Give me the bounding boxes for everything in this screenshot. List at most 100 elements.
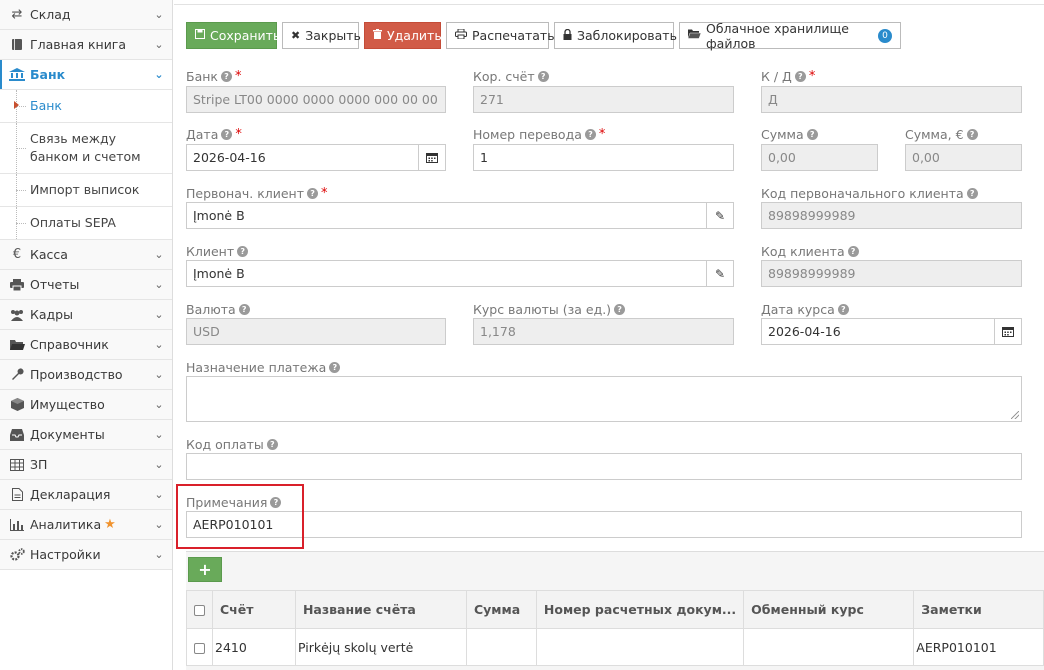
chevron-down-icon: ⌄	[154, 68, 164, 81]
table-row[interactable]: 2410 Pirkėjų skolų vertė AERP010101	[186, 628, 1044, 666]
required-marker: *	[808, 69, 816, 84]
delete-button[interactable]: Удалить	[364, 22, 442, 49]
select-all-cell	[186, 590, 213, 629]
floppy-icon	[195, 29, 205, 42]
sidebar-item-declaration[interactable]: Декларация ⌄	[0, 480, 172, 510]
resize-grip-icon[interactable]	[1011, 411, 1019, 419]
bank-field[interactable]: Stripe LT00 0000 0000 0000 000 00 00	[186, 86, 446, 113]
sidebar-item-cash[interactable]: € Касса ⌄	[0, 240, 172, 270]
original-client-label: Первонач. клиент? *	[186, 186, 328, 201]
star-icon: ★	[104, 517, 116, 532]
amount-field[interactable]: 0,00	[761, 144, 878, 171]
kd-field[interactable]: Д	[761, 86, 1022, 113]
lines-table: Счёт Название счёта Сумма Номер расчетны…	[186, 590, 1044, 666]
help-icon: ?	[307, 188, 319, 199]
sidebar-item-assets[interactable]: Имущество ⌄	[0, 390, 172, 420]
column-header-amount[interactable]: Сумма	[465, 590, 537, 629]
table-icon	[8, 458, 26, 472]
corr-account-field[interactable]: 271	[473, 86, 734, 113]
sidebar-subitem-sepa-payments[interactable]: Оплаты SEPA	[0, 207, 172, 240]
payment-code-label: Код оплаты?	[186, 437, 278, 452]
chevron-down-icon: ⌄	[154, 458, 164, 471]
sidebar-item-settings[interactable]: Настройки ⌄	[0, 540, 172, 570]
currency-field[interactable]: USD	[186, 318, 446, 345]
chevron-down-icon: ⌄	[154, 488, 164, 501]
required-marker: *	[598, 127, 606, 142]
column-header-doc-number[interactable]: Номер расчетных докум...	[535, 590, 745, 629]
cell-account-name[interactable]: Pirkėjų skolų vertė	[294, 628, 467, 666]
pencil-icon[interactable]: ✎	[706, 261, 733, 286]
calendar-icon[interactable]	[994, 319, 1021, 344]
lines-panel: + Счёт Название счёта Сумма Номер расчет…	[186, 551, 1044, 670]
lock-button[interactable]: Заблокировать	[554, 22, 677, 49]
rate-date-input[interactable]: 2026-04-16	[761, 318, 1022, 345]
client-code-label: Код клиента?	[761, 244, 859, 259]
column-header-account[interactable]: Счёт	[212, 590, 296, 629]
close-button[interactable]: ✖ Закрыть	[282, 22, 361, 49]
sidebar-subitem-import-statements[interactable]: Импорт выписок	[0, 174, 172, 207]
pencil-icon[interactable]: ✎	[706, 203, 733, 228]
sidebar-item-reports[interactable]: Отчеты ⌄	[0, 270, 172, 300]
help-icon: ?	[237, 246, 249, 257]
bank-submenu: Банк Связь между банком и счетом Импорт …	[0, 90, 172, 240]
required-marker: *	[235, 127, 242, 142]
sidebar-item-ledger[interactable]: Главная книга ⌄	[0, 30, 172, 60]
original-client-input[interactable]: Įmonė B ✎	[186, 202, 734, 229]
date-input[interactable]: 2026-04-16	[186, 144, 446, 171]
add-line-button[interactable]: +	[188, 557, 222, 582]
cell-notes[interactable]: AERP010101	[913, 628, 1044, 666]
calendar-icon[interactable]	[418, 145, 445, 170]
row-checkbox[interactable]	[194, 642, 205, 654]
sidebar-item-hr[interactable]: Кадры ⌄	[0, 300, 172, 330]
exchange-rate-field[interactable]: 1,178	[473, 318, 734, 345]
column-header-account-name[interactable]: Название счёта	[294, 590, 467, 629]
sidebar-subitem-bank-account-link[interactable]: Связь между банком и счетом	[0, 123, 172, 174]
sidebar-item-sklad[interactable]: ⇄ Склад ⌄	[0, 0, 172, 30]
sidebar-item-production[interactable]: Производство ⌄	[0, 360, 172, 390]
help-icon: ?	[794, 71, 806, 82]
cell-amount[interactable]	[465, 628, 537, 666]
column-header-exchange-rate[interactable]: Обменный курс	[743, 590, 915, 629]
kd-label: К / Д? *	[761, 69, 816, 84]
help-icon: ?	[266, 439, 278, 450]
sidebar-item-bank[interactable]: Банк ⌄	[0, 60, 172, 90]
amount-eur-field[interactable]: 0,00	[905, 144, 1022, 171]
date-label: Дата? *	[186, 127, 242, 142]
notes-input[interactable]: AERP010101	[186, 511, 1022, 538]
help-icon: ?	[837, 304, 849, 315]
cloud-storage-button[interactable]: Облачное хранилище файлов 0	[679, 21, 901, 51]
payment-code-input[interactable]	[186, 453, 1022, 480]
sidebar-item-analytics[interactable]: Аналитика ★ ⌄	[0, 510, 172, 540]
print-button[interactable]: Распечатать	[446, 22, 555, 49]
main-content: Сохранить ✖ Закрыть Удалить Распечатать …	[174, 0, 1044, 670]
exchange-rate-label: Курс валюты (за ед.)?	[473, 302, 626, 317]
sidebar-item-salary[interactable]: ЗП ⌄	[0, 450, 172, 480]
cell-account[interactable]: 2410	[212, 628, 296, 666]
wrench-icon	[8, 368, 26, 382]
help-icon: ?	[584, 129, 596, 140]
payment-purpose-label: Назначение платежа?	[186, 360, 341, 375]
client-code-field[interactable]: 89898999989	[761, 260, 1022, 287]
transfer-number-input[interactable]: 1	[473, 144, 734, 171]
lock-icon	[563, 28, 572, 43]
sidebar-subitem-bank[interactable]: Банк	[0, 90, 172, 123]
book-icon	[8, 38, 26, 52]
bank-label: Банк? *	[186, 69, 242, 84]
help-icon: ?	[847, 246, 859, 257]
cogs-icon	[8, 548, 26, 562]
required-marker: *	[234, 69, 242, 84]
sidebar: ⇄ Склад ⌄ Главная книга ⌄ Банк ⌄ Банк Св…	[0, 0, 173, 670]
caret-right-icon	[14, 101, 19, 109]
sidebar-item-reference[interactable]: Справочник ⌄	[0, 330, 172, 360]
select-all-checkbox[interactable]	[194, 605, 205, 616]
cell-exchange-rate[interactable]	[743, 628, 915, 666]
cell-doc-number[interactable]	[535, 628, 745, 666]
payment-purpose-textarea[interactable]	[186, 376, 1022, 422]
column-header-notes[interactable]: Заметки	[913, 590, 1044, 629]
corr-account-label: Кор. счёт?	[473, 69, 549, 84]
folder-icon	[8, 338, 26, 352]
client-input[interactable]: Įmonė B ✎	[186, 260, 734, 287]
original-client-code-field[interactable]: 89898999989	[761, 202, 1022, 229]
save-button[interactable]: Сохранить	[186, 22, 280, 49]
sidebar-item-documents[interactable]: Документы ⌄	[0, 420, 172, 450]
